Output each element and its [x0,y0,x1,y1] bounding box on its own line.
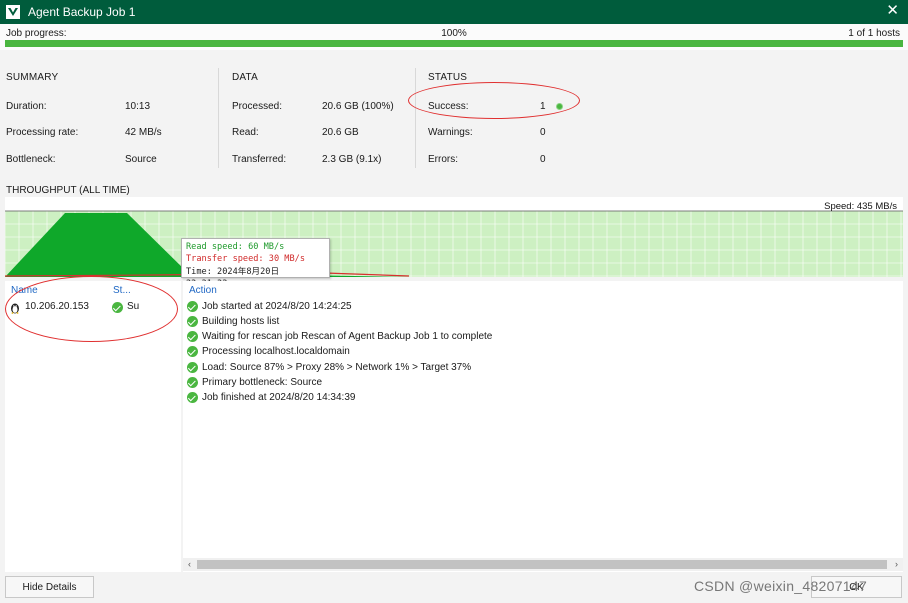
ok-button[interactable]: OK [811,576,902,598]
action-text: Job started at 2024/8/20 14:24:25 [202,301,352,312]
horizontal-scrollbar[interactable]: ‹ › [183,558,903,571]
warnings-value: 0 [540,127,546,138]
column-header-name[interactable]: Name [11,285,38,296]
action-text: Job finished at 2024/8/20 14:34:39 [202,392,356,403]
success-value: 1 [540,101,563,112]
progress-percent: 100% [441,28,467,39]
title-bar: Agent Backup Job 1 ✕ [0,0,908,24]
success-check-icon [187,316,198,327]
close-icon[interactable]: ✕ [886,3,899,19]
action-text: Load: Source 87% > Proxy 28% > Network 1… [202,362,472,373]
action-text: Primary bottleneck: Source [202,377,323,388]
duration-label: Duration: [6,101,47,112]
tooltip-transfer-speed: Transfer speed: 30 MB/s [186,254,305,265]
throughput-graph [5,197,903,277]
success-check-icon [187,346,198,357]
bottleneck-value: Source [125,154,157,165]
processing-rate-value: 42 MB/s [125,127,162,138]
success-label: Success: [428,101,469,112]
chart-tooltip: Read speed: 60 MB/s Transfer speed: 30 M… [181,238,330,289]
action-log-item: Job finished at 2024/8/20 14:34:39 [187,390,355,405]
action-log-item: Load: Source 87% > Proxy 28% > Network 1… [187,360,471,375]
column-header-status[interactable]: St... [113,285,131,296]
action-text: Building hosts list [202,316,280,327]
action-log-item: Job started at 2024/8/20 14:24:25 [187,299,352,314]
hosts-list: Name St... 10.206.20.153 Su [5,281,181,572]
column-header-action[interactable]: Action [189,285,217,296]
success-check-icon [187,392,198,403]
action-text: Waiting for rescan job Rescan of Agent B… [202,331,493,342]
host-status: Su [127,301,140,312]
progress-hosts: 1 of 1 hosts [848,28,900,39]
action-log-item: Waiting for rescan job Rescan of Agent B… [187,329,492,344]
success-dot-icon [555,102,563,110]
hide-details-button[interactable]: Hide Details [5,576,94,598]
success-check-icon [187,362,198,373]
processed-value: 20.6 GB (100%) [322,101,394,112]
bottleneck-label: Bottleneck: [6,154,56,165]
linux-host-icon [11,303,19,314]
throughput-title: THROUGHPUT (ALL TIME) [6,185,130,196]
errors-label: Errors: [428,154,458,165]
status-header: STATUS [428,72,468,83]
tooltip-read-speed: Read speed: 60 MB/s [186,242,285,252]
read-label: Read: [232,127,259,138]
action-log-item: Primary bottleneck: Source [187,375,322,390]
speed-label: Speed: 435 MB/s [824,201,897,212]
transferred-value: 2.3 GB (9.1x) [322,154,382,165]
success-count: 1 [540,101,546,112]
warnings-label: Warnings: [428,127,473,138]
window-title: Agent Backup Job 1 [28,5,136,19]
job-progress: Job progress: 100% 1 of 1 hosts [0,24,908,50]
veeam-app-icon [6,5,20,19]
summary-panel: SUMMARY Duration: 10:13 Processing rate:… [0,50,908,178]
host-name: 10.206.20.153 [25,301,89,312]
transferred-label: Transferred: [232,154,287,165]
processed-label: Processed: [232,101,283,112]
success-check-icon [187,301,198,312]
summary-header: SUMMARY [6,72,59,83]
action-log-item: Processing localhost.localdomain [187,344,350,359]
throughput-chart: Speed: 435 MB/s [5,197,903,277]
errors-value: 0 [540,154,546,165]
scroll-right-icon[interactable]: › [890,558,903,571]
data-header: DATA [232,72,258,83]
host-row[interactable]: 10.206.20.153 Su [5,300,181,316]
column-divider [415,68,416,168]
processing-rate-label: Processing rate: [6,127,79,138]
scrollbar-thumb[interactable] [197,560,887,569]
scroll-left-icon[interactable]: ‹ [183,558,196,571]
action-log-item: Building hosts list [187,314,279,329]
progress-bar [5,40,903,47]
chart-top-band [5,197,903,211]
column-divider [218,68,219,168]
success-check-icon [187,377,198,388]
success-check-icon [187,331,198,342]
action-text: Processing localhost.localdomain [202,346,350,357]
progress-bar-fill [5,40,903,47]
footer: Hide Details OK [0,572,908,603]
duration-value: 10:13 [125,101,151,112]
read-value: 20.6 GB [322,127,359,138]
success-check-icon [112,302,123,313]
action-log: Action Job started at 2024/8/20 14:24:25… [183,281,903,572]
